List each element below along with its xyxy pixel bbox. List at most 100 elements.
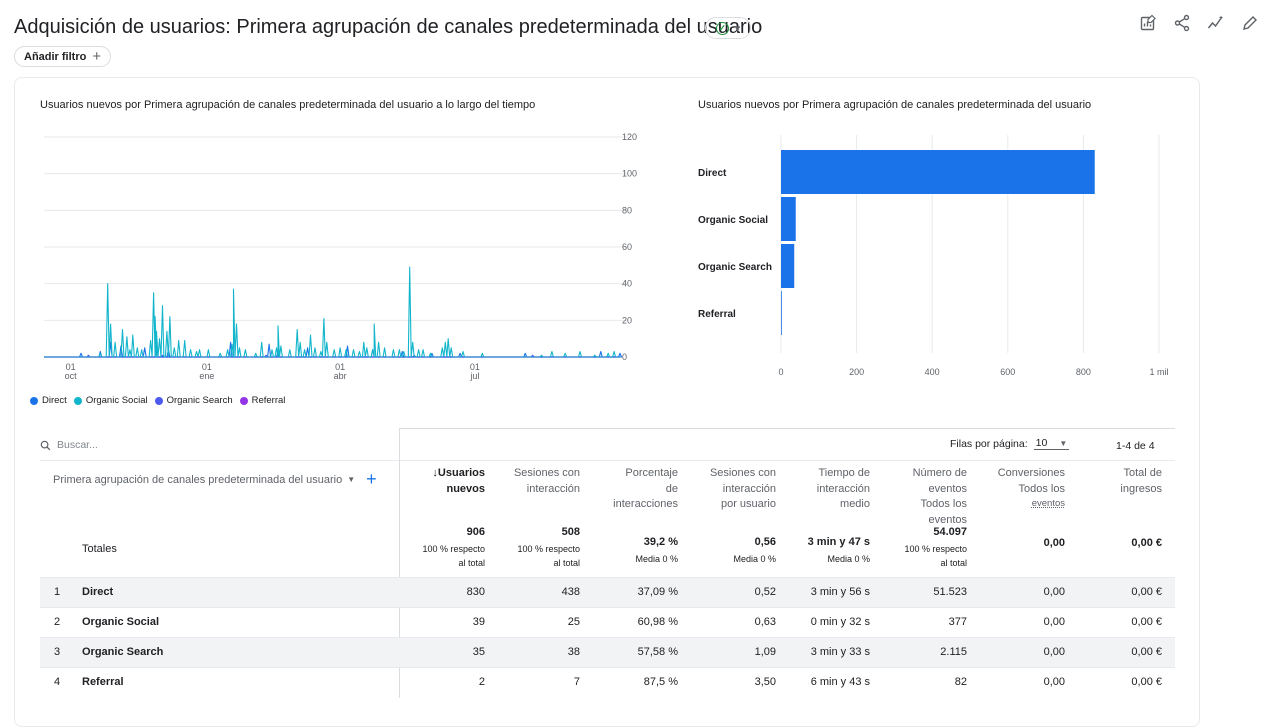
row-cell: 35 [472, 646, 485, 658]
row-cell: 82 [954, 676, 967, 688]
row-index: 1 [54, 586, 61, 598]
column-header[interactable]: Tiempo de interacción medio [817, 466, 870, 513]
column-header-line: Tiempo de [818, 467, 870, 479]
row-channel-name[interactable]: Referral [82, 676, 124, 688]
x-tick-label: 600 [1000, 367, 1015, 377]
search-input[interactable]: Buscar... [57, 439, 98, 451]
bar-organic-social[interactable] [781, 197, 796, 241]
column-header-line: Porcentaje [625, 467, 678, 479]
legend-dot-organic-search [154, 396, 163, 405]
column-header[interactable]: ↓Usuarios nuevos [432, 466, 485, 497]
edit-icon[interactable] [1241, 14, 1259, 32]
row-cell: 3 min y 33 s [810, 646, 870, 658]
row-cell: 438 [561, 586, 580, 598]
total-subtext: 100 % respecto al total [904, 543, 967, 571]
row-cell: 7 [573, 676, 580, 688]
column-header-line: de [665, 482, 678, 495]
column-header[interactable]: Porcentaje de interacciones [613, 466, 678, 513]
column-header[interactable]: Conversiones Todos los eventos [998, 466, 1065, 511]
plus-icon: + [92, 48, 102, 65]
legend-item-direct[interactable]: Direct [30, 395, 67, 406]
report-status-menu[interactable]: ✓ ▾ [705, 17, 751, 39]
bar-direct[interactable] [781, 150, 1095, 194]
column-header-line: interacciones [613, 498, 678, 511]
dropdown-arrow-icon: ▼ [1059, 439, 1068, 448]
legend-item-organic-social[interactable]: Organic Social [73, 395, 148, 406]
column-header-line: interacción [722, 482, 776, 495]
column-header-line: Todos los [1018, 482, 1065, 495]
rows-per-page-select[interactable]: 10 ▼ [1033, 437, 1070, 450]
total-value: 3 min y 47 s [807, 536, 870, 548]
x-tick-sublabel: jul [469, 371, 479, 381]
total-subtext-line: al total [940, 557, 967, 568]
table-search[interactable]: Buscar... [40, 439, 98, 451]
series-line-organic-social [44, 266, 620, 358]
insights-icon[interactable] [1207, 14, 1225, 32]
x-tick-sublabel: abr [334, 371, 347, 381]
y-tick-label: 120 [622, 132, 637, 142]
column-header[interactable]: Sesiones con interacción [514, 466, 580, 497]
row-cell: 3 min y 56 s [810, 586, 870, 598]
column-header[interactable]: Total de ingresos [1120, 466, 1162, 497]
legend-label-organic-social: Organic Social [85, 395, 148, 406]
row-cell: 0,00 € [1131, 646, 1162, 658]
column-header[interactable]: Número de eventos Todos los eventos [913, 466, 967, 528]
column-header-line: Todos los [920, 498, 967, 511]
row-cell: 51.523 [933, 586, 967, 598]
customize-report-icon[interactable] [1139, 14, 1157, 32]
table-row[interactable]: 2 Organic Social 39 25 60,98 % 0,63 0 min y 32… [40, 607, 1175, 637]
row-channel-name[interactable]: Organic Social [82, 616, 159, 628]
add-dimension-icon[interactable]: + [366, 469, 377, 490]
share-icon[interactable] [1173, 14, 1191, 32]
line-chart: 02040608010012001oct01ene01abr01jul [44, 132, 637, 381]
line-chart-title: Usuarios nuevos por Primera agrupación d… [40, 99, 536, 111]
column-header-line: medio [840, 498, 870, 511]
bar-referral[interactable] [781, 291, 782, 335]
row-cell: 37,09 % [637, 586, 678, 598]
bar-organic-search[interactable] [781, 244, 795, 288]
total-value: 0,56 [754, 536, 776, 548]
line-chart-legend: Direct Organic Social Organic Search Ref… [30, 395, 285, 406]
legend-item-referral[interactable]: Referral [239, 395, 286, 406]
row-cell: 25 [567, 616, 580, 628]
dimension-header[interactable]: Primera agrupación de canales predetermi… [53, 469, 377, 490]
total-subtext-line: Media 0 % [733, 554, 776, 564]
column-header-line: por usuario [720, 498, 776, 511]
table-row[interactable]: 3 Organic Search 35 38 57,58 % 1,09 3 min y 33… [40, 637, 1175, 667]
row-index: 3 [54, 646, 61, 658]
rows-per-page-value: 10 [1035, 437, 1048, 449]
row-cell: 0 min y 32 s [810, 616, 870, 628]
add-filter-label: Añadir filtro [24, 50, 87, 63]
row-channel-name[interactable]: Organic Search [82, 646, 163, 658]
row-channel-name[interactable]: Direct [82, 586, 113, 598]
legend-label-referral: Referral [251, 395, 286, 406]
total-subtext: Media 0 % [733, 553, 776, 567]
column-header[interactable]: Sesiones con interacción por usuario [710, 466, 776, 513]
total-value: 0,00 [1043, 537, 1065, 549]
table-row[interactable]: 1 Direct 830 438 37,09 % 0,52 3 min y 56 s 51.5… [40, 577, 1175, 607]
y-tick-label: 80 [622, 205, 632, 215]
row-cell: 87,5 % [643, 676, 678, 688]
column-header-line: interacción [816, 482, 870, 495]
legend-label-direct: Direct [42, 395, 67, 406]
rows-per-page-label: Filas por página: [950, 437, 1028, 450]
row-cell: 0,63 [754, 616, 776, 628]
row-cell: 6 min y 43 s [810, 676, 870, 688]
bar-category-label: Referral [698, 309, 736, 320]
total-subtext-line: al total [553, 557, 580, 568]
total-subtext-line: Media 0 % [827, 554, 870, 564]
y-tick-label: 60 [622, 242, 632, 252]
bar-category-label: Organic Social [698, 215, 768, 226]
table-row[interactable]: 4 Referral 2 7 87,5 % 3,50 6 min y 43 s 82 0,00 0… [40, 667, 1175, 697]
dimension-header-label: Primera agrupación de canales predetermi… [53, 473, 343, 486]
legend-item-organic-search[interactable]: Organic Search [154, 395, 233, 406]
row-cell: 0,00 € [1131, 586, 1162, 598]
y-tick-label: 20 [622, 315, 632, 325]
x-tick-label: 200 [849, 367, 864, 377]
row-cell: 0,00 [1043, 616, 1065, 628]
totals-label: Totales [82, 543, 117, 555]
row-cell: 39 [472, 616, 485, 628]
column-header-line: interacción [526, 482, 580, 495]
add-filter-button[interactable]: Añadir filtro + [14, 46, 112, 67]
total-value: 508 [561, 526, 580, 538]
